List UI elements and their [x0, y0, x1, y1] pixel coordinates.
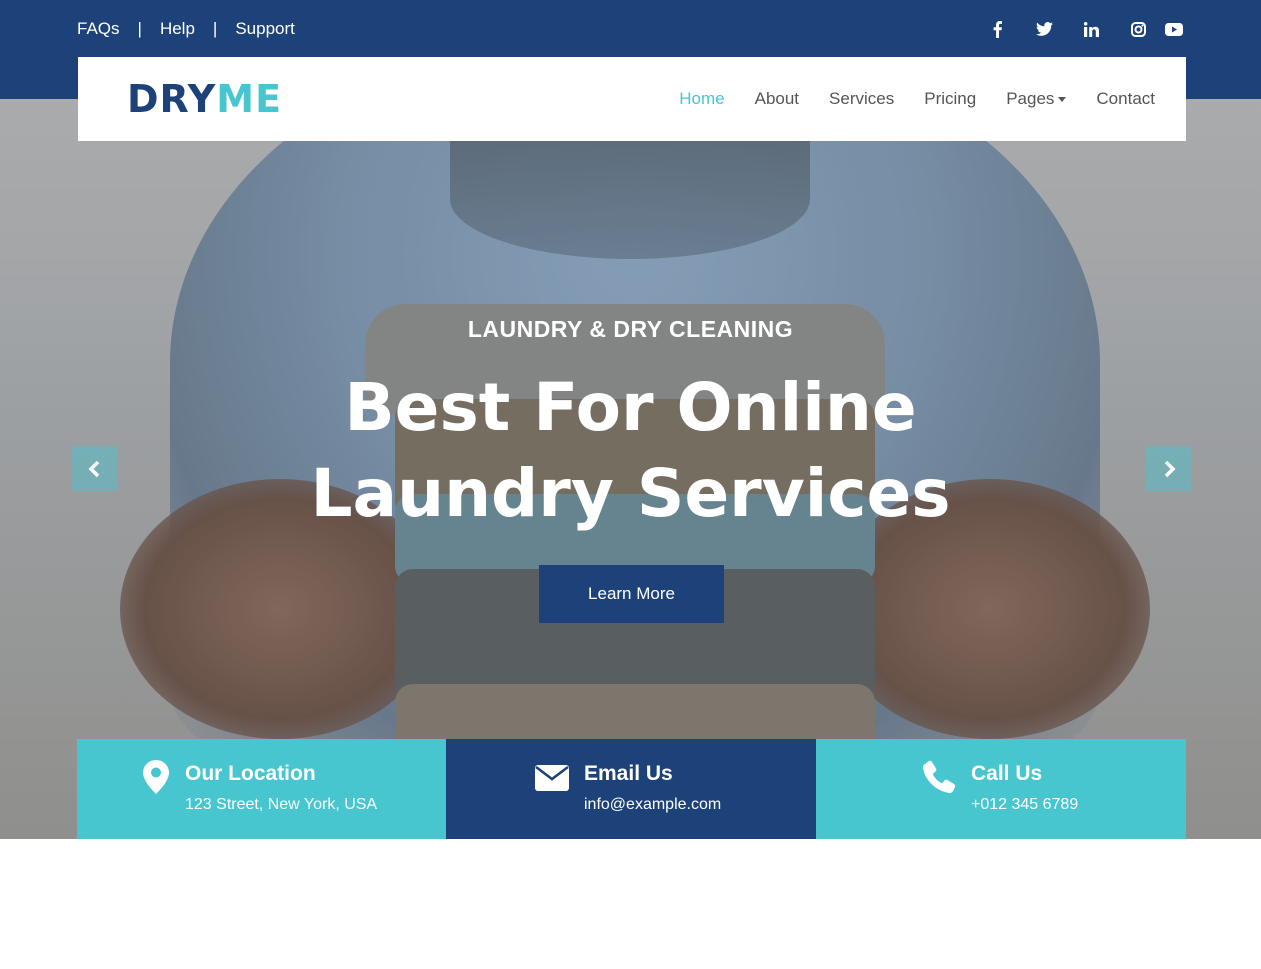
- location-value: 123 Street, New York, USA: [185, 796, 378, 813]
- learn-more-button[interactable]: Learn More: [539, 565, 724, 623]
- nav-pages-dropdown[interactable]: Pages: [991, 88, 1081, 110]
- brand-part-me: ME: [216, 77, 283, 121]
- hero-subtitle: LAUNDRY & DRY CLEANING: [467, 316, 794, 342]
- support-link[interactable]: Support: [235, 19, 295, 39]
- carousel-prev-button[interactable]: [72, 446, 117, 491]
- contact-phone-box: Call Us +012 345 6789: [816, 739, 1186, 839]
- map-marker-icon: [143, 760, 169, 794]
- chevron-left-icon: [88, 460, 99, 477]
- hero-title-line-2: Laundry Services: [310, 455, 951, 532]
- nav-home[interactable]: Home: [664, 88, 739, 110]
- separator: |: [212, 19, 218, 38]
- main-nav: Home About Services Pricing Pages Contac…: [664, 88, 1186, 110]
- brand-part-dry: DRY: [127, 77, 217, 121]
- help-link[interactable]: Help: [160, 19, 195, 39]
- hero-title: Best For Online Laundry Services: [0, 365, 1261, 537]
- carousel-next-button[interactable]: [1146, 446, 1191, 491]
- twitter-icon[interactable]: [1021, 18, 1068, 40]
- phone-icon: [922, 760, 956, 794]
- contact-location-box: Our Location 123 Street, New York, USA: [77, 739, 446, 839]
- nav-pages-label: Pages: [1006, 89, 1055, 108]
- email-value[interactable]: info@example.com: [584, 795, 721, 815]
- brand-logo[interactable]: DRYME: [127, 77, 282, 121]
- facebook-icon[interactable]: [974, 18, 1021, 40]
- faqs-link[interactable]: FAQs: [77, 19, 120, 39]
- phone-label: Call Us: [971, 762, 1043, 785]
- email-label: Email Us: [584, 762, 673, 785]
- separator: |: [137, 19, 142, 38]
- navbar: DRYME Home About Services Pricing Pages …: [78, 57, 1186, 141]
- contact-email-box: Email Us info@example.com: [446, 739, 816, 839]
- nav-services[interactable]: Services: [814, 88, 909, 110]
- top-links: FAQs | Help | Support: [77, 18, 295, 40]
- instagram-icon[interactable]: [1115, 18, 1162, 40]
- caret-down-icon: [1058, 97, 1067, 103]
- nav-contact[interactable]: Contact: [1081, 88, 1186, 110]
- envelope-icon: [535, 765, 569, 791]
- phone-value[interactable]: +012 345 6789: [971, 795, 1078, 815]
- social-links: [974, 18, 1186, 40]
- linkedin-icon[interactable]: [1068, 18, 1115, 40]
- chevron-right-icon: [1164, 460, 1175, 477]
- location-label: Our Location: [185, 762, 316, 785]
- nav-pricing[interactable]: Pricing: [909, 88, 991, 110]
- hero-title-line-1: Best For Online: [344, 369, 917, 446]
- nav-about[interactable]: About: [740, 88, 814, 110]
- youtube-icon[interactable]: [1162, 18, 1186, 40]
